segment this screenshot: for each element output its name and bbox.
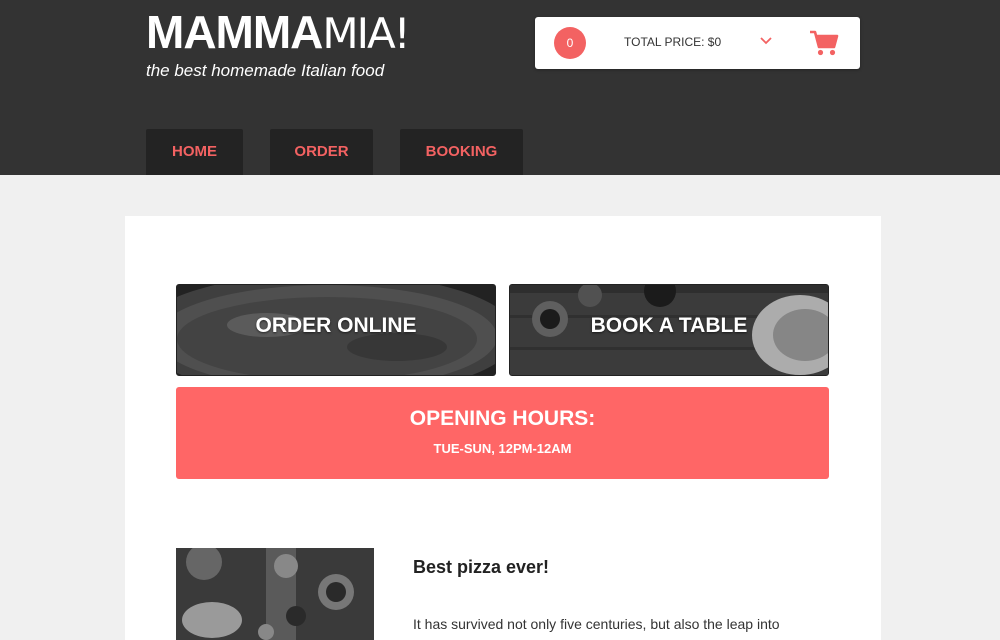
nav-home[interactable]: HOME (146, 129, 243, 175)
opening-hours-banner: OPENING HOURS: TUE-SUN, 12PM-12AM (176, 387, 829, 479)
logo-bold: MAMMA (146, 6, 323, 58)
review-text: It has survived not only five centuries,… (413, 616, 780, 632)
opening-hours-times: TUE-SUN, 12PM-12AM (433, 441, 572, 456)
order-online-label: ORDER ONLINE (255, 314, 417, 337)
cart-total-price: TOTAL PRICE: $0 (624, 35, 722, 49)
shopping-cart-icon[interactable] (809, 29, 839, 57)
main-content-card: ORDER ONLINE BOOK A TABLE OPENING HOURS:… (125, 216, 881, 640)
chevron-down-icon[interactable] (759, 34, 773, 48)
book-table-tile[interactable]: BOOK A TABLE (509, 284, 829, 376)
opening-hours-title: OPENING HOURS: (409, 407, 596, 430)
site-tagline: the best homemade Italian food (146, 61, 385, 80)
nav-order[interactable]: ORDER (270, 129, 373, 175)
cart-count-badge: 0 (554, 27, 586, 59)
logo-light: MIA! (322, 9, 410, 58)
site-header: MAMMAMIA! the best homemade Italian food… (0, 0, 1000, 175)
book-table-label: BOOK A TABLE (590, 314, 748, 337)
review-photo (176, 548, 374, 640)
order-online-tile[interactable]: ORDER ONLINE (176, 284, 496, 376)
review-title: Best pizza ever! (413, 557, 550, 577)
nav-booking[interactable]: BOOKING (400, 129, 523, 175)
cart-widget[interactable]: 0 TOTAL PRICE: $0 (535, 17, 860, 69)
site-logo[interactable]: MAMMAMIA! (146, 6, 411, 60)
